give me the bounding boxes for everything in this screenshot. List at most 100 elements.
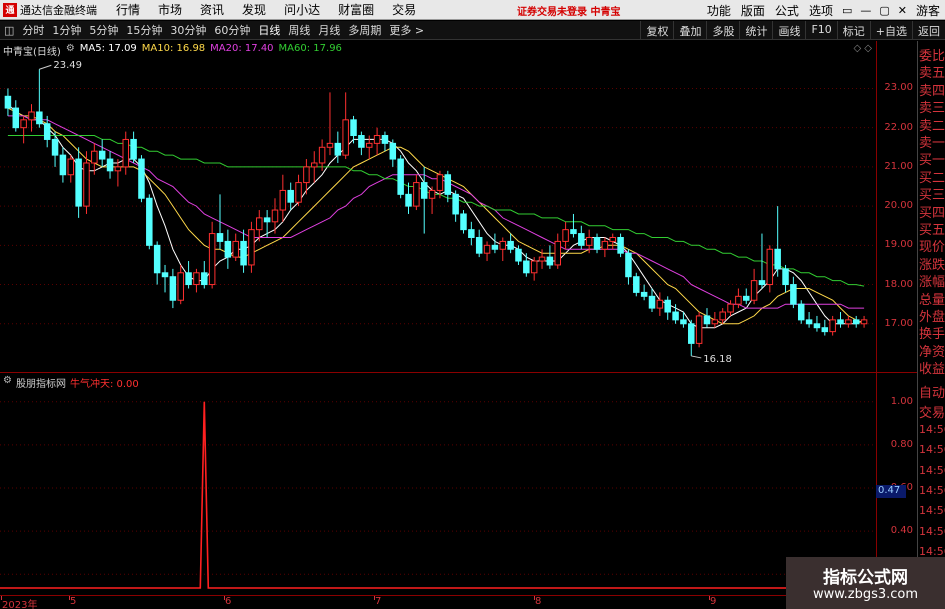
menu-news[interactable]: 资讯 (191, 1, 233, 18)
side-panel-label[interactable]: 自动 (919, 382, 945, 401)
menu-ask[interactable]: 问小达 (275, 1, 329, 18)
side-panel-label[interactable]: 卖二 (919, 115, 945, 134)
candle (169, 268, 177, 309)
candle-body (177, 272, 184, 301)
adjust-button[interactable]: 复权 (640, 21, 673, 40)
candle (711, 312, 719, 328)
indicator-panel[interactable]: ⚙ 股朋指标网 牛气冲天: 0.00 (0, 373, 876, 595)
high-price-label: 23.49 (53, 60, 82, 71)
side-panel-label[interactable]: 买二 (919, 167, 945, 186)
candle (381, 131, 389, 152)
side-panel-label[interactable]: 买四 (919, 202, 945, 221)
side-panel-label[interactable]: 换手 (919, 323, 945, 342)
candle (852, 315, 860, 328)
side-panel-label[interactable]: 外盘 (919, 306, 945, 325)
candle (4, 88, 12, 116)
period-daily[interactable]: 日线 (254, 22, 284, 38)
side-panel-label[interactable]: 委比 (919, 45, 945, 64)
close-icon[interactable]: ✕ (894, 4, 911, 17)
side-panel-label[interactable]: 卖三 (919, 97, 945, 116)
menu-trade[interactable]: 交易 (383, 1, 425, 18)
candle (67, 155, 75, 183)
period-30min[interactable]: 30分钟 (166, 22, 210, 38)
trade-login-alert[interactable]: 证券交易未登录 中青宝 (517, 3, 620, 18)
side-panel-label[interactable]: 卖四 (919, 80, 945, 99)
candle (578, 225, 585, 250)
indicator-chart[interactable] (0, 373, 876, 595)
add-watchlist-button[interactable]: +自选 (869, 21, 912, 40)
side-panel-label[interactable]: 14:56 (919, 525, 945, 538)
quote-side-panel[interactable]: 委比 卖五 卖四 卖三 卖二 卖一 买一 买二 买三 买四 买五 现价 涨跌 涨幅 总量 外盘 换手 净资 收益自动… (917, 41, 945, 609)
overlay-button[interactable]: 叠加 (673, 21, 706, 40)
f10-button[interactable]: F10 (805, 21, 836, 40)
back-button[interactable]: 返回 (912, 21, 945, 40)
side-panel-label[interactable]: 14:56 (919, 484, 945, 497)
menu-functions[interactable]: 功能 (702, 2, 736, 19)
y-tick-label: 17.00 (884, 317, 913, 329)
mark-button[interactable]: 标记 (836, 21, 870, 40)
minimize-icon[interactable]: — (856, 4, 875, 17)
menu-wealth[interactable]: 财富圈 (329, 1, 383, 18)
y-tick-label: 18.00 (884, 278, 913, 290)
period-5min[interactable]: 5分钟 (85, 22, 122, 38)
side-panel-label[interactable]: 总量 (919, 289, 945, 308)
menu-discover[interactable]: 发现 (233, 1, 275, 18)
menu-market[interactable]: 行情 (107, 1, 149, 18)
candle (248, 221, 255, 273)
side-panel-label[interactable]: 14:56 (919, 504, 945, 517)
side-panel-label[interactable]: 14:56 (919, 464, 945, 477)
candle (530, 257, 538, 281)
period-15min[interactable]: 15分钟 (122, 22, 166, 38)
layout-icon[interactable]: ◫ (0, 24, 18, 37)
period-intraday[interactable]: 分时 (18, 22, 48, 38)
side-panel-label[interactable]: 净资 (919, 341, 945, 360)
multi-stock-button[interactable]: 多股 (706, 21, 739, 40)
period-monthly[interactable]: 月线 (314, 22, 344, 38)
gear-icon[interactable]: ⚙ (66, 43, 75, 58)
candle (397, 155, 404, 199)
candle-body (20, 119, 27, 129)
candle-body (311, 162, 318, 168)
side-panel-label[interactable]: 14:56 (919, 423, 945, 436)
indicator-y-tick-label: 1.00 (890, 395, 913, 407)
maximize-icon[interactable]: ▢ (875, 4, 893, 17)
side-panel-label[interactable]: 买三 (919, 184, 945, 203)
period-1min[interactable]: 1分钟 (48, 22, 85, 38)
candle (358, 131, 365, 156)
menu-layout[interactable]: 版面 (736, 2, 770, 19)
candle-body (405, 193, 412, 207)
period-more[interactable]: 更多 > (385, 22, 428, 38)
period-weekly[interactable]: 周线 (284, 22, 314, 38)
guest-label[interactable]: 游客 (911, 2, 945, 19)
side-panel-label[interactable]: 卖一 (919, 132, 945, 151)
side-panel-label[interactable]: 交易 (919, 402, 945, 421)
period-60min[interactable]: 60分钟 (210, 22, 254, 38)
main-chart[interactable]: 23.49 16.18 中青宝(日线) ⚙ MA5: 17.09 MA10: 16… (0, 41, 876, 371)
menu-options[interactable]: 选项 (804, 2, 838, 19)
side-panel-label[interactable]: 现价 (919, 236, 945, 255)
date-tick-label: 6 (225, 596, 232, 607)
side-panel-label[interactable]: 14:56 (919, 443, 945, 456)
side-panel-label[interactable]: 涨幅 (919, 271, 945, 290)
side-panel-label[interactable]: 卖五 (919, 62, 945, 81)
chart-corner-icons[interactable]: ◇ ◇ (853, 43, 872, 54)
candle-body (860, 319, 868, 325)
menu-market-board[interactable]: 市场 (149, 1, 191, 18)
candle-body (224, 240, 232, 258)
side-panel-label[interactable]: 买一 (919, 149, 945, 168)
side-panel-label[interactable]: 买五 (919, 219, 945, 238)
side-panel-label[interactable]: 收益 (919, 358, 945, 377)
restore-window-icon[interactable]: ▭ (838, 4, 856, 17)
candle (232, 233, 239, 262)
menu-formula[interactable]: 公式 (770, 2, 804, 19)
candle (554, 233, 561, 269)
candle (837, 312, 844, 328)
statistics-button[interactable]: 统计 (739, 21, 772, 40)
candle (750, 268, 758, 305)
draw-line-button[interactable]: 画线 (772, 21, 805, 40)
candle-body (334, 142, 342, 156)
period-multi[interactable]: 多周期 (344, 22, 385, 38)
indicator-gear-icon[interactable]: ⚙ (3, 375, 12, 390)
candlestick-chart[interactable]: 23.49 16.18 (0, 41, 876, 371)
side-panel-label[interactable]: 涨跌 (919, 254, 945, 273)
